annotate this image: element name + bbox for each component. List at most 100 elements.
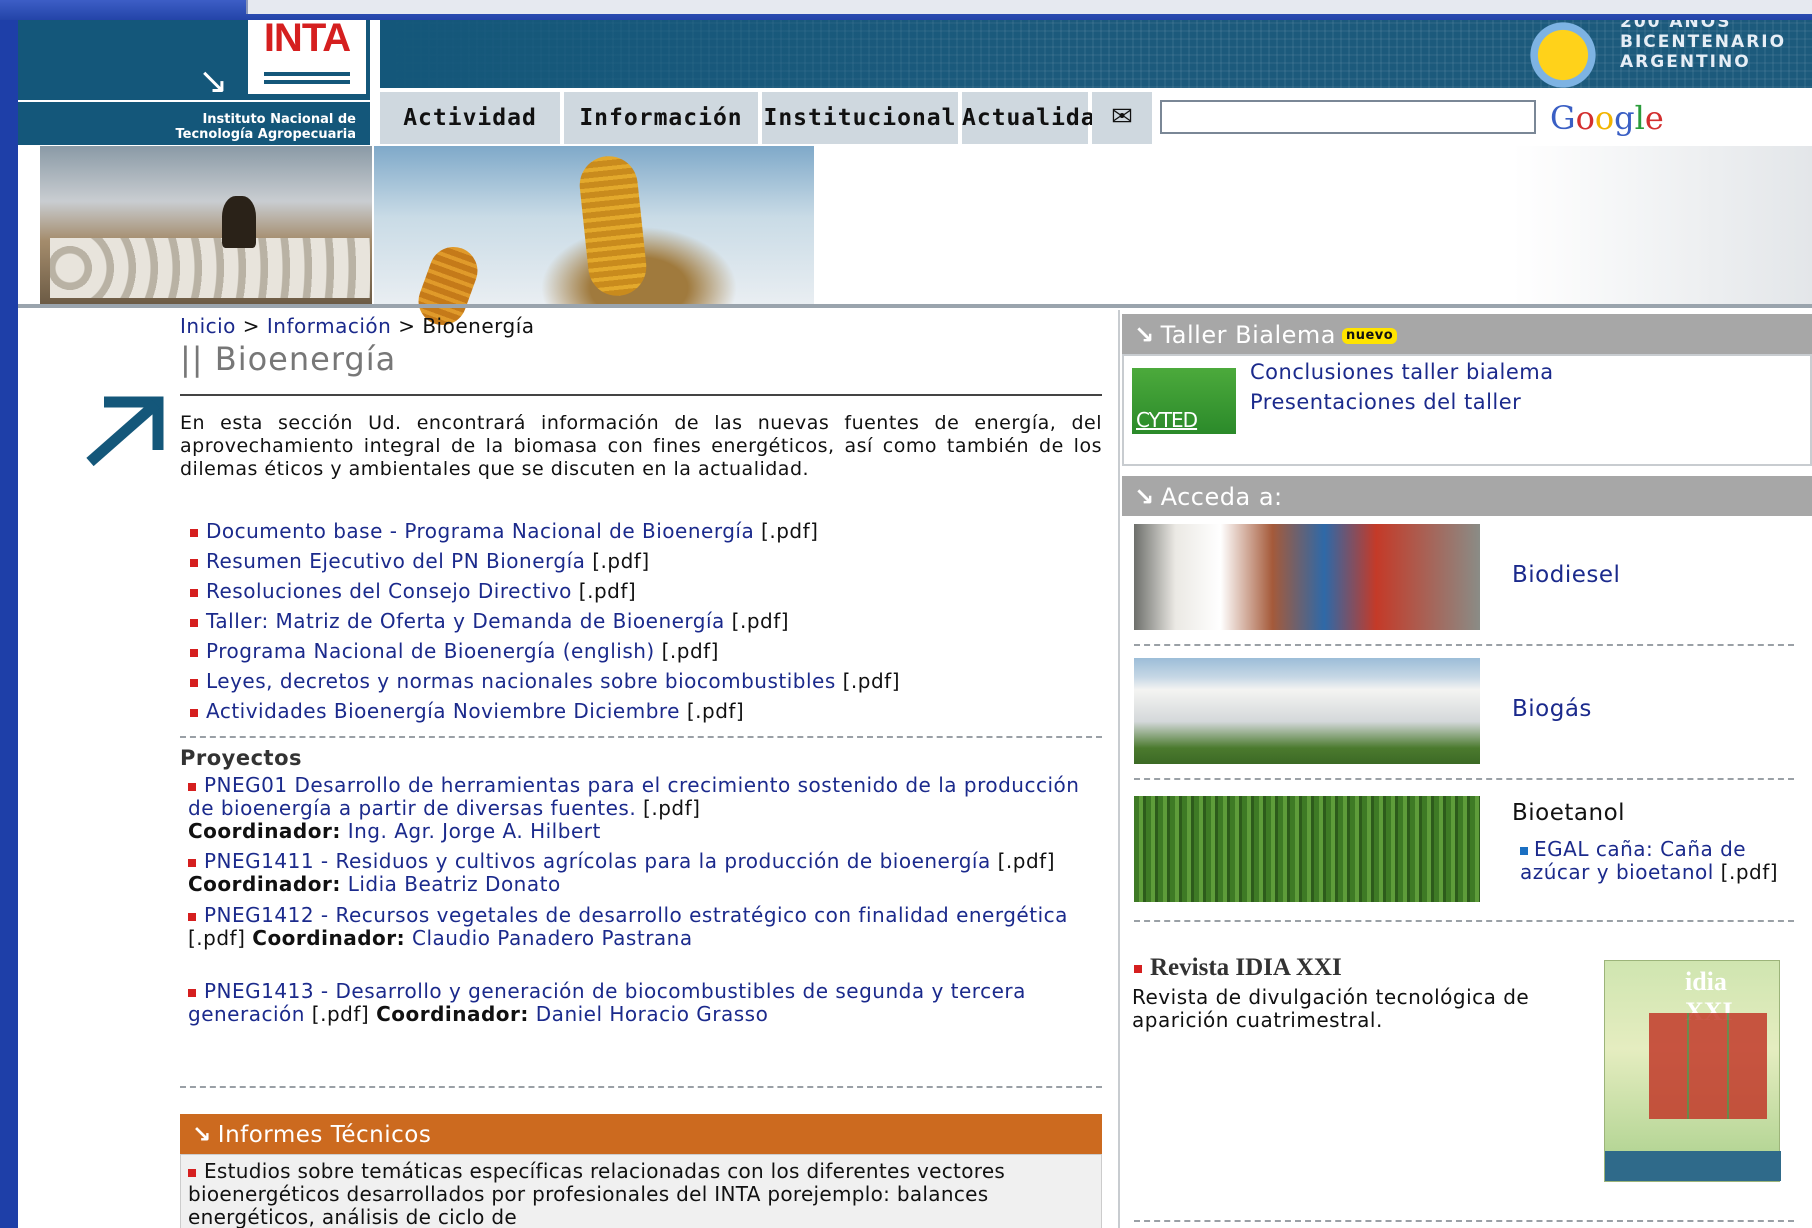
nav-institucional[interactable]: Institucional	[762, 92, 958, 144]
coordinator-label: Coordinador:	[252, 926, 406, 950]
project-item: PNEG1411 - Residuos y cultivos agrícolas…	[188, 850, 1108, 896]
project-link[interactable]: PNEG1411 - Residuos y cultivos agrícolas…	[204, 849, 991, 873]
biodiesel-link[interactable]: Biodiesel	[1512, 562, 1620, 588]
project-item: PNEG01 Desarrollo de herramientas para e…	[188, 774, 1108, 843]
pdf-tag: [.pdf]	[654, 639, 719, 663]
idia-cover-photos	[1649, 1013, 1767, 1119]
nav-actualidad[interactable]: Actualidad	[962, 92, 1109, 144]
breadcrumb-informacion[interactable]: Información	[267, 314, 391, 338]
doc-link[interactable]: Programa Nacional de Bioenergía (english…	[206, 639, 655, 663]
coordinator-name[interactable]: Lidia Beatriz Donato	[348, 872, 561, 896]
divider	[1134, 920, 1794, 922]
coordinator-label: Coordinador:	[188, 872, 341, 896]
conclusiones-link[interactable]: Conclusiones taller bialema	[1250, 360, 1554, 384]
taller-bialema-header: ↘ Taller Bialema nuevo	[1122, 314, 1812, 354]
informes-heading: Informes Técnicos	[217, 1122, 432, 1148]
divider	[1134, 644, 1794, 646]
list-item: Resoluciones del Consejo Directivo [.pdf…	[190, 576, 1110, 606]
pdf-tag: [.pdf]	[724, 609, 790, 633]
horse-rider	[222, 196, 256, 248]
presentaciones-link[interactable]: Presentaciones del taller	[1250, 390, 1521, 414]
coordinator-label: Coordinador:	[188, 819, 341, 843]
pdf-tag: [.pdf]	[679, 699, 745, 723]
project-link[interactable]: PNEG1412 - Recursos vegetales de desarro…	[204, 903, 1068, 927]
divider	[180, 736, 1102, 738]
institution-name: Instituto Nacional de Tecnología Agropec…	[18, 100, 370, 145]
google-letter: g	[1614, 99, 1635, 137]
inta-logo-block[interactable]: INTA ↘ Instituto Nacional de Tecnología …	[18, 20, 370, 145]
doc-link[interactable]: Resoluciones del Consejo Directivo	[206, 579, 572, 603]
google-letter: G	[1550, 99, 1576, 137]
bioetanol-image[interactable]	[1134, 796, 1480, 902]
inta-logo-text: INTA	[263, 20, 351, 60]
nav-actividad[interactable]: Actividad	[380, 92, 560, 144]
idia-title[interactable]: Revista IDIA XXI	[1134, 954, 1342, 982]
biogas-link[interactable]: Biogás	[1512, 696, 1592, 722]
pdf-tag: [.pdf]	[754, 519, 819, 543]
divider	[180, 1086, 1102, 1088]
nuevo-badge: nuevo	[1341, 328, 1398, 344]
google-letter: l	[1634, 99, 1645, 137]
divider	[1134, 1220, 1794, 1222]
pdf-tag: [.pdf]	[835, 669, 901, 693]
arrow-down-right-icon: ↘	[198, 61, 229, 102]
intro-paragraph: En esta sección Ud. encontrará informaci…	[180, 412, 1102, 480]
acceda-header: ↘ Acceda a:	[1122, 476, 1812, 516]
coordinator-label: Coordinador:	[376, 1002, 529, 1026]
projects-heading: Proyectos	[180, 746, 303, 770]
arrow-down-right-icon: ↘	[192, 1122, 212, 1148]
taller-heading: Taller Bialema	[1160, 321, 1336, 349]
breadcrumb: Inicio > Información > Bioenergía	[180, 314, 535, 338]
column-divider	[1118, 310, 1120, 1228]
web-page: INTA ↘ Instituto Nacional de Tecnología …	[18, 20, 1812, 1228]
pdf-tag: [.pdf]	[188, 926, 246, 950]
pdf-tag: [.pdf]	[304, 1002, 370, 1026]
title-divider	[180, 394, 1102, 396]
project-link[interactable]: PNEG01 Desarrollo de herramientas para e…	[188, 773, 1079, 820]
document-links: Documento base - Programa Nacional de Bi…	[190, 516, 1110, 726]
breadcrumb-current: Bioenergía	[422, 314, 535, 338]
cyted-logo[interactable]: CYTED	[1132, 368, 1236, 434]
idia-cover-footer	[1605, 1151, 1781, 1181]
doc-link[interactable]: Actividades Bioenergía Noviembre Diciemb…	[206, 699, 680, 723]
egal-link[interactable]: EGAL caña: Caña de azúcar y bioetanol	[1520, 837, 1746, 884]
sheep-flock	[50, 238, 370, 298]
bioetanol-heading: Bioetanol	[1512, 800, 1626, 826]
doc-link[interactable]: Documento base - Programa Nacional de Bi…	[206, 519, 754, 543]
search-input[interactable]	[1160, 100, 1536, 134]
doc-link[interactable]: Resumen Ejecutivo del PN Bionergía	[206, 549, 585, 573]
pdf-tag: [.pdf]	[1713, 860, 1779, 884]
egal-item: EGAL caña: Caña de azúcar y bioetanol [.…	[1520, 838, 1810, 884]
nav-informacion[interactable]: Información	[564, 92, 758, 144]
google-search-logo[interactable]: Google	[1550, 98, 1664, 138]
google-letter: e	[1644, 99, 1664, 137]
biogas-image[interactable]	[1134, 658, 1480, 764]
coordinator-name[interactable]: Ing. Agr. Jorge A. Hilbert	[348, 819, 601, 843]
institution-line-1: Instituto Nacional de	[202, 112, 356, 127]
doc-link[interactable]: Leyes, decretos y normas nacionales sobr…	[206, 669, 836, 693]
pdf-tag: [.pdf]	[571, 579, 637, 603]
bicentenario-line-3: ARGENTINO	[1620, 52, 1751, 72]
coordinator-name[interactable]: Claudio Panadero Pastrana	[412, 926, 693, 950]
informes-tecnicos-header[interactable]: ↘ Informes Técnicos	[180, 1114, 1102, 1154]
idia-cover-image[interactable]: idia XXI	[1604, 960, 1781, 1182]
mail-icon[interactable]: ✉	[1092, 92, 1152, 144]
doc-link[interactable]: Taller: Matriz de Oferta y Demanda de Bi…	[206, 609, 725, 633]
banner-fade	[380, 20, 1080, 88]
list-item: Resumen Ejecutivo del PN Bionergía [.pdf…	[190, 546, 1110, 576]
breadcrumb-separator: >	[398, 314, 416, 338]
list-item: Taller: Matriz de Oferta y Demanda de Bi…	[190, 606, 1110, 636]
coordinator-name[interactable]: Daniel Horacio Grasso	[536, 1002, 769, 1026]
pdf-tag: [.pdf]	[990, 849, 1056, 873]
breadcrumb-home[interactable]: Inicio	[180, 314, 236, 338]
project-item: PNEG1413 - Desarrollo y generación de bi…	[188, 980, 1108, 1026]
bicentenario-logo: 200 AÑOS BICENTENARIO ARGENTINO	[1620, 20, 1786, 72]
pdf-tag: [.pdf]	[585, 549, 650, 573]
biodiesel-image[interactable]	[1134, 524, 1480, 630]
header-banner: 200 AÑOS BICENTENARIO ARGENTINO	[380, 20, 1812, 90]
arrow-down-right-icon: ↘	[1134, 321, 1155, 349]
list-item: Documento base - Programa Nacional de Bi…	[190, 516, 1110, 546]
arrow-down-right-icon: ↘	[1134, 483, 1155, 511]
sheep-photo	[40, 146, 372, 304]
google-letter: o	[1575, 99, 1595, 137]
